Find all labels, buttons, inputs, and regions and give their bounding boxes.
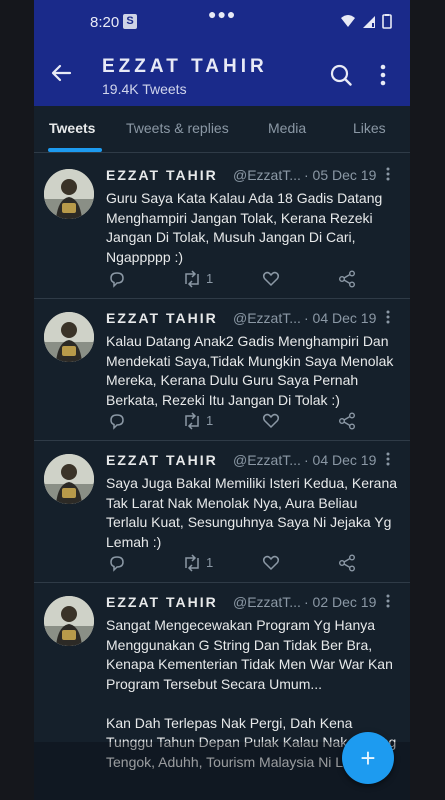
tab-likes[interactable]: Likes (353, 120, 386, 136)
tweet-more-icon[interactable] (385, 594, 391, 608)
notification-s-icon: S (123, 14, 137, 29)
tweet-author-name[interactable]: EZZAT TAHIR (106, 167, 218, 183)
tweet-actions: 1 (106, 554, 396, 574)
retweet-icon[interactable] (182, 554, 202, 572)
tweet-count: 19.4K Tweets (102, 81, 187, 97)
tweet-text: Saya Juga Bakal Memiliki Isteri Kedua, K… (106, 475, 398, 550)
tweet-text: Kalau Datang Anak2 Gadis Menghampiri Dan… (106, 333, 394, 408)
search-icon[interactable] (330, 64, 352, 86)
avatar-photo-icon (44, 169, 94, 219)
tweet-item[interactable]: EZZAT TAHIR @EzzatT... · 04 Dec 19 Saya … (34, 440, 410, 583)
tweet-text: Guru Saya Kata Kalau Ada 18 Gadis Datang… (106, 190, 383, 265)
tweet-date[interactable]: · 02 Dec 19 (304, 594, 376, 610)
tab-tweets-replies[interactable]: Tweets & replies (126, 120, 229, 136)
like-icon[interactable] (262, 412, 280, 430)
tweet-author-name[interactable]: EZZAT TAHIR (106, 310, 218, 326)
retweet-icon[interactable] (182, 270, 202, 288)
reply-icon[interactable] (108, 554, 126, 572)
tweet-author-name[interactable]: EZZAT TAHIR (106, 594, 218, 610)
retweet-count: 1 (206, 413, 214, 428)
retweet-count: 1 (206, 271, 214, 286)
more-icon[interactable] (380, 64, 386, 86)
tweet-author-handle[interactable]: @EzzatT... (233, 167, 301, 183)
back-arrow-icon[interactable] (50, 62, 72, 84)
retweet-count: 1 (206, 555, 214, 570)
share-icon[interactable] (338, 412, 356, 430)
tweet-item[interactable]: EZZAT TAHIR @EzzatT... · 05 Dec 19 Guru … (34, 155, 410, 299)
profile-tabs: Tweets Tweets & replies Media Likes (34, 106, 410, 153)
avatar[interactable] (44, 596, 94, 646)
avatar-photo-icon (44, 454, 94, 504)
status-time: 8:20 (90, 14, 120, 31)
tweet-more-icon[interactable] (385, 167, 391, 181)
avatar[interactable] (44, 169, 94, 219)
tweet-date[interactable]: · 05 Dec 19 (304, 167, 376, 183)
avatar-photo-icon (44, 312, 94, 362)
share-icon[interactable] (338, 270, 356, 288)
tweet-author-handle[interactable]: @EzzatT... (233, 452, 301, 468)
tweet-item[interactable]: EZZAT TAHIR @EzzatT... · 04 Dec 19 Kalau… (34, 298, 410, 441)
camera-dots-icon: ●●● (208, 6, 237, 22)
avatar[interactable] (44, 312, 94, 362)
retweet-icon[interactable] (182, 412, 202, 430)
compose-plus-icon: + (360, 743, 376, 773)
profile-name: EZZAT TAHIR (102, 56, 268, 77)
active-tab-indicator (48, 148, 102, 152)
tweet-more-icon[interactable] (385, 452, 391, 466)
like-icon[interactable] (262, 270, 280, 288)
reply-icon[interactable] (108, 412, 126, 430)
share-icon[interactable] (338, 554, 356, 572)
phone-screen: 8:20 S ●●● EZZAT TAHIR 19.4K Tweets Twee… (34, 0, 410, 800)
tweet-date[interactable]: · 04 Dec 19 (304, 310, 376, 326)
tweet-actions: 1 (106, 270, 396, 290)
reply-icon[interactable] (108, 270, 126, 288)
status-bar: 8:20 S ●●● (34, 0, 410, 44)
system-status-icons (341, 14, 392, 29)
tweet-author-name[interactable]: EZZAT TAHIR (106, 452, 218, 468)
tweet-author-handle[interactable]: @EzzatT... (233, 594, 301, 610)
tab-tweets[interactable]: Tweets (49, 120, 95, 136)
profile-header: EZZAT TAHIR 19.4K Tweets (34, 44, 410, 106)
tweet-more-icon[interactable] (385, 310, 391, 324)
avatar[interactable] (44, 454, 94, 504)
compose-tweet-button[interactable]: + (342, 732, 394, 784)
tweet-author-handle[interactable]: @EzzatT... (233, 310, 301, 326)
tweet-actions: 1 (106, 412, 396, 432)
tweet-date[interactable]: · 04 Dec 19 (304, 452, 376, 468)
tab-media[interactable]: Media (268, 120, 306, 136)
like-icon[interactable] (262, 554, 280, 572)
avatar-photo-icon (44, 596, 94, 646)
